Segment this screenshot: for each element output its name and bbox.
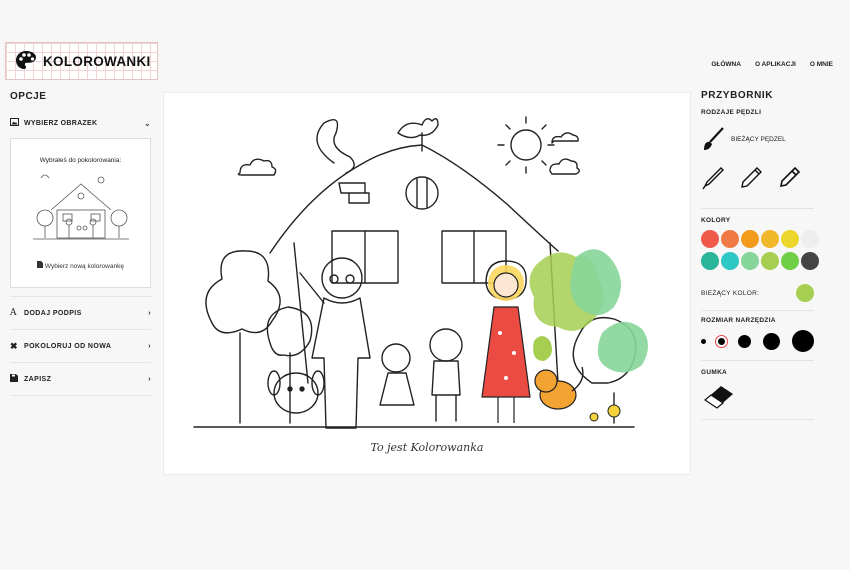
- color-swatch[interactable]: [741, 252, 759, 270]
- add-caption-label: DODAJ PODPIS: [24, 309, 82, 317]
- size-option-l[interactable]: [762, 332, 780, 350]
- eraser-icon[interactable]: [701, 382, 737, 410]
- brush-option-icon[interactable]: [701, 166, 725, 190]
- toolbox-title: PRZYBORNIK: [701, 90, 774, 101]
- top-navigation: GŁÓWNA O APLIKACJI O MNIE: [711, 61, 833, 68]
- chevron-right-icon: ›: [148, 375, 151, 383]
- size-option-m[interactable]: [737, 334, 751, 348]
- app-logo[interactable]: KOLOROWANKI: [5, 42, 158, 80]
- color-swatch[interactable]: [761, 230, 779, 248]
- current-color-swatch: [796, 284, 814, 302]
- color-swatch[interactable]: [801, 252, 819, 270]
- coloring-canvas[interactable]: To jest Kolorowanka: [163, 92, 691, 475]
- current-color-label: BIEŻĄCY KOLOR:: [701, 289, 760, 297]
- coloring-page-drawing: [193, 116, 648, 429]
- color-swatch[interactable]: [701, 230, 719, 248]
- options-title: OPCJE: [10, 91, 47, 102]
- color-swatch[interactable]: [801, 230, 819, 248]
- selected-image-panel: Wybrałeś do pokolorowania: Wybierz nową …: [10, 138, 151, 288]
- brush-list: [701, 166, 814, 190]
- save-label: ZAPISZ: [24, 375, 52, 383]
- current-brush-row: BIEŻĄCY PĘDZEL: [701, 126, 814, 152]
- selected-text: Wybrałeś do pokolorowania:: [39, 157, 122, 164]
- chevron-down-icon: ⌄: [143, 118, 151, 128]
- palette-icon: [16, 51, 36, 69]
- color-swatch[interactable]: [761, 252, 779, 270]
- marker-icon[interactable]: [777, 166, 801, 190]
- nav-home[interactable]: GŁÓWNA: [711, 61, 741, 68]
- save-icon: [10, 374, 24, 384]
- nav-about-app[interactable]: O APLIKACJI: [755, 61, 796, 68]
- size-option-s-selected[interactable]: [718, 337, 726, 345]
- chevron-right-icon: ›: [148, 309, 151, 317]
- color-swatch[interactable]: [701, 252, 719, 270]
- current-color-row: BIEŻĄCY KOLOR:: [701, 284, 814, 302]
- size-option-xs[interactable]: [701, 338, 706, 344]
- color-palette: [701, 230, 819, 270]
- choose-image-label: WYBIERZ OBRAZEK: [24, 119, 98, 127]
- current-brush-label: BIEŻĄCY PĘDZEL: [731, 135, 786, 143]
- brush-icon: [704, 127, 724, 150]
- file-icon: [37, 261, 45, 270]
- chevron-right-icon: ›: [148, 342, 151, 350]
- colors-label: KOLORY: [701, 217, 731, 224]
- canvas-caption: To jest Kolorowanka: [370, 441, 484, 454]
- font-icon: A: [10, 308, 17, 318]
- options-sidebar: OPCJE WYBIERZ OBRAZEK ⌄ Wybrałeś do poko…: [10, 91, 151, 396]
- choose-image-toggle[interactable]: WYBIERZ OBRAZEK ⌄: [10, 114, 151, 132]
- color-swatch[interactable]: [741, 230, 759, 248]
- color-swatch[interactable]: [721, 252, 739, 270]
- color-swatch[interactable]: [781, 252, 799, 270]
- tool-size-options: [701, 328, 814, 354]
- brush-types-label: RODZAJE PĘDZLI: [701, 109, 762, 116]
- nav-about-me[interactable]: O MNIE: [810, 61, 833, 68]
- pencil-icon[interactable]: [739, 166, 763, 190]
- recolor-button[interactable]: ✖ POKOLORUJ OD NOWA ›: [10, 330, 151, 363]
- brand-name: KOLOROWANKI: [43, 53, 151, 69]
- recolor-label: POKOLORUJ OD NOWA: [24, 342, 112, 350]
- eraser-label: GUMKA: [701, 369, 728, 376]
- close-icon: ✖: [10, 340, 18, 351]
- tool-size-label: ROZMIAR NARZĘDZIA: [701, 317, 776, 324]
- new-image-link[interactable]: Wybierz nową kolorowankę: [11, 261, 150, 270]
- selected-image-thumbnail: [32, 174, 129, 240]
- toolbox-sidebar: PRZYBORNIK RODZAJE PĘDZLI BIEŻĄCY PĘDZEL…: [701, 90, 819, 420]
- color-swatch[interactable]: [721, 230, 739, 248]
- image-icon: [10, 118, 24, 128]
- add-caption-button[interactable]: A DODAJ PODPIS ›: [10, 297, 151, 330]
- new-image-label: Wybierz nową kolorowankę: [44, 263, 124, 270]
- save-button[interactable]: ZAPISZ ›: [10, 363, 151, 396]
- color-swatch[interactable]: [781, 230, 799, 248]
- size-option-xl[interactable]: [792, 330, 814, 352]
